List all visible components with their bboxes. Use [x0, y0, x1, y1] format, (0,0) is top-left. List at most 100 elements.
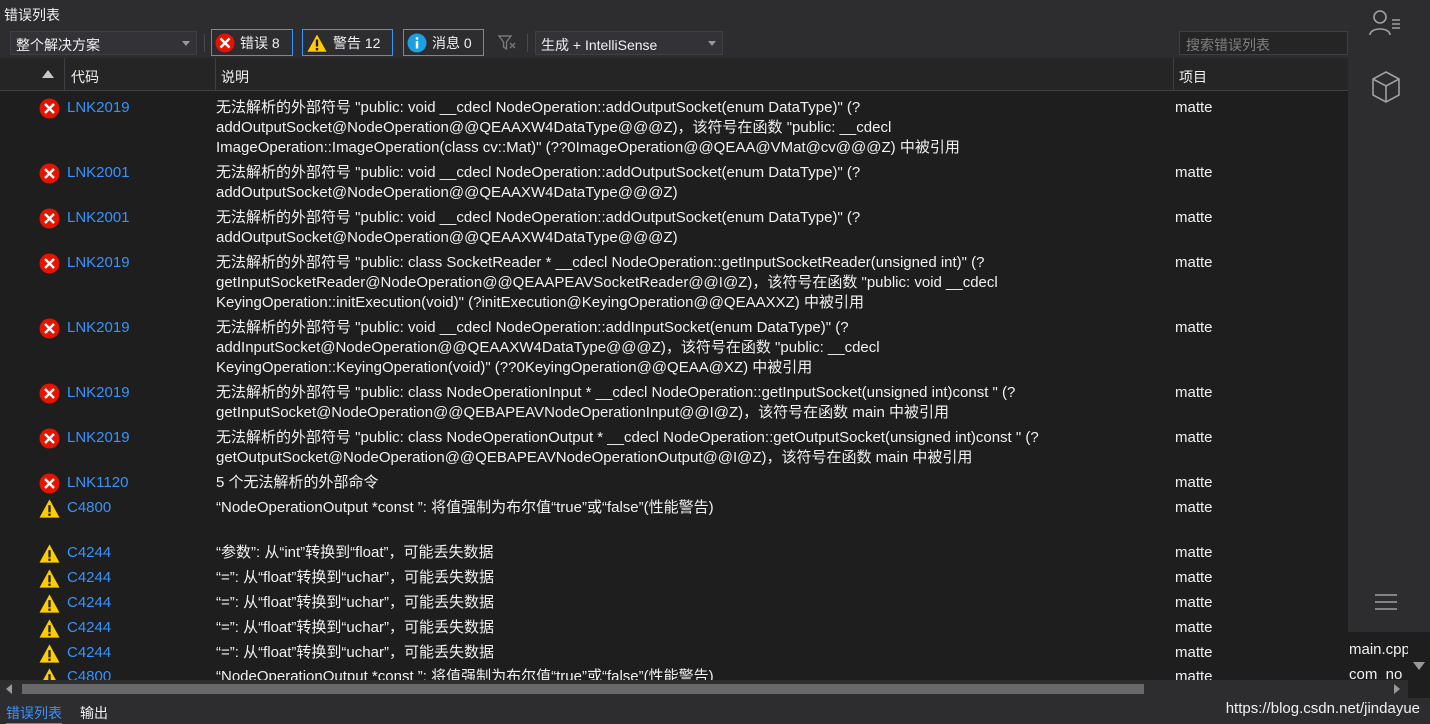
error-description: 5 个无法解析的外部命令 — [216, 473, 1166, 493]
error-code-link[interactable]: C4244 — [67, 593, 111, 613]
table-row[interactable]: C4244 “=”: 从“float”转换到“uchar”，可能丢失数据 matte — [0, 566, 1348, 591]
error-icon — [39, 163, 60, 184]
messages-filter-button[interactable]: 消息 0 — [403, 29, 484, 56]
search-placeholder: 搜索错误列表 — [1186, 37, 1270, 53]
description-line: getInputSocket@NodeOperation@@QEBAPEAVNo… — [216, 404, 950, 421]
project-cell: matte — [1175, 209, 1213, 226]
right-tool-panel — [1348, 0, 1430, 632]
error-description: “=”: 从“float”转换到“uchar”，可能丢失数据 — [216, 643, 1166, 663]
error-description: 无法解析的外部符号 "public: class NodeOperationIn… — [216, 383, 1166, 423]
error-code-link[interactable]: C4244 — [67, 543, 111, 563]
project-cell: matte — [1175, 499, 1213, 516]
warning-icon — [39, 499, 60, 518]
scroll-down-arrow-icon[interactable] — [1413, 662, 1425, 670]
error-icon — [39, 98, 60, 119]
column-header-project[interactable]: 项目 — [1179, 67, 1207, 87]
project-cell: matte — [1175, 474, 1213, 491]
filter-icon[interactable] — [497, 34, 517, 52]
column-header-code[interactable]: 代码 — [71, 67, 99, 87]
error-code-link[interactable]: LNK2001 — [67, 208, 130, 228]
column-divider[interactable] — [1173, 58, 1174, 91]
column-header-description[interactable]: 说明 — [221, 67, 249, 87]
warning-icon — [43, 668, 56, 680]
vertical-scrollbar[interactable] — [1408, 632, 1430, 680]
error-code-link[interactable]: C4800 — [67, 498, 111, 518]
tab-output[interactable]: 输出 — [80, 703, 108, 723]
warning-icon — [39, 619, 60, 638]
error-description: “NodeOperationOutput *const ”: 将值强制为布尔值“… — [216, 667, 1166, 680]
warning-icon — [39, 644, 60, 663]
table-row[interactable]: LNK2001 无法解析的外部符号 "public: void __cdecl N… — [0, 161, 1348, 206]
table-row[interactable]: C4244 “参数”: 从“int”转换到“float”，可能丢失数据 matte — [0, 541, 1348, 566]
description-line: 无法解析的外部符号 "public: class NodeOperationIn… — [216, 384, 1016, 401]
column-divider[interactable] — [215, 58, 216, 91]
error-code-link[interactable]: C4800 — [67, 667, 111, 680]
error-description: “=”: 从“float”转换到“uchar”，可能丢失数据 — [216, 618, 1166, 638]
error-code-link[interactable]: LNK2019 — [67, 383, 130, 403]
table-row[interactable]: LNK2019 无法解析的外部符号 "public: class NodeOper… — [0, 381, 1348, 426]
scope-dropdown[interactable]: 整个解决方案 — [10, 31, 197, 55]
error-icon — [39, 473, 60, 494]
error-description: “=”: 从“float”转换到“uchar”，可能丢失数据 — [216, 593, 1166, 613]
description-line: “NodeOperationOutput *const ”: 将值强制为布尔值“… — [216, 499, 714, 516]
error-code-link[interactable]: LNK1120 — [67, 473, 128, 493]
toolbar: 整个解决方案 错误 8 警告 12 消息 0 生成 + IntelliSense — [0, 28, 1348, 58]
error-code-link[interactable]: LNK2019 — [67, 98, 130, 118]
table-row[interactable]: LNK2019 无法解析的外部符号 "public: class NodeOper… — [0, 426, 1348, 471]
description-line: ImageOperation::ImageOperation(class cv:… — [216, 139, 960, 156]
project-cell: matte — [1175, 384, 1213, 401]
table-row[interactable]: C4800 “NodeOperationOutput *const ”: 将值强制… — [0, 665, 1348, 680]
sort-ascending-icon[interactable] — [42, 70, 54, 78]
project-cell: matte — [1175, 319, 1213, 336]
project-cell: matte — [1175, 594, 1213, 611]
messages-filter-label: 消息 0 — [432, 34, 472, 51]
table-row[interactable]: C4244 “=”: 从“float”转换到“uchar”，可能丢失数据 matte — [0, 616, 1348, 641]
description-line: “=”: 从“float”转换到“uchar”，可能丢失数据 — [216, 594, 494, 611]
project-cell: matte — [1175, 569, 1213, 586]
table-row[interactable]: LNK2001 无法解析的外部符号 "public: void __cdecl N… — [0, 206, 1348, 251]
error-code-link[interactable]: LNK2019 — [67, 253, 130, 273]
project-cell: matte — [1175, 164, 1213, 181]
table-row[interactable]: C4244 “=”: 从“float”转换到“uchar”，可能丢失数据 matte — [0, 591, 1348, 616]
errors-filter-button[interactable]: 错误 8 — [211, 29, 293, 56]
separator — [527, 34, 528, 52]
table-row[interactable]: C4800 “NodeOperationOutput *const ”: 将值强制… — [0, 496, 1348, 521]
search-input[interactable]: 搜索错误列表 — [1179, 31, 1348, 55]
extra-column-cell: main.cpp — [1349, 641, 1410, 658]
warning-icon — [39, 544, 60, 563]
table-row[interactable]: LNK2019 无法解析的外部符号 "public: void __cdecl N… — [0, 316, 1348, 381]
package-icon[interactable] — [1370, 70, 1402, 104]
build-filter-dropdown[interactable]: 生成 + IntelliSense — [535, 31, 723, 55]
horizontal-scrollbar[interactable] — [0, 680, 1408, 698]
table-row[interactable]: LNK2019 无法解析的外部符号 "public: void __cdecl N… — [0, 96, 1348, 161]
warnings-filter-button[interactable]: 警告 12 — [302, 29, 393, 56]
error-code-link[interactable]: LNK2019 — [67, 428, 130, 448]
account-icon[interactable] — [1368, 8, 1402, 38]
error-code-link[interactable]: C4244 — [67, 568, 111, 588]
chevron-down-icon — [182, 41, 190, 46]
error-code-link[interactable]: LNK2019 — [67, 318, 130, 338]
column-divider[interactable] — [64, 58, 65, 91]
scrollbar-thumb[interactable] — [22, 684, 1144, 694]
description-line: 无法解析的外部符号 "public: class NodeOperationOu… — [216, 429, 1039, 446]
menu-icon[interactable] — [1374, 592, 1398, 612]
table-row[interactable]: C4244 “=”: 从“float”转换到“uchar”，可能丢失数据 matte — [0, 641, 1348, 666]
error-icon — [215, 33, 235, 52]
description-line: getInputSocketReader@NodeOperation@@QEAA… — [216, 274, 998, 291]
description-line: “=”: 从“float”转换到“uchar”，可能丢失数据 — [216, 644, 494, 661]
error-description: “参数”: 从“int”转换到“float”，可能丢失数据 — [216, 543, 1166, 563]
error-code-link[interactable]: LNK2001 — [67, 163, 130, 183]
error-icon — [39, 318, 60, 339]
table-row[interactable]: LNK1120 5 个无法解析的外部命令 matte — [0, 471, 1348, 496]
window-title: 错误列表 — [4, 7, 60, 23]
scroll-left-arrow-icon[interactable] — [6, 684, 12, 694]
description-line: KeyingOperation::initExecution(void)" (?… — [216, 294, 864, 311]
scroll-right-arrow-icon[interactable] — [1394, 684, 1400, 694]
tab-error-list[interactable]: 错误列表 — [6, 703, 62, 724]
error-code-link[interactable]: C4244 — [67, 643, 111, 663]
description-line: addOutputSocket@NodeOperation@@QEAAXW4Da… — [216, 119, 892, 136]
description-line: 无法解析的外部符号 "public: void __cdecl NodeOper… — [216, 209, 861, 226]
table-row[interactable]: LNK2019 无法解析的外部符号 "public: class SocketRe… — [0, 251, 1348, 316]
error-code-link[interactable]: C4244 — [67, 618, 111, 638]
project-cell: matte — [1175, 644, 1213, 661]
